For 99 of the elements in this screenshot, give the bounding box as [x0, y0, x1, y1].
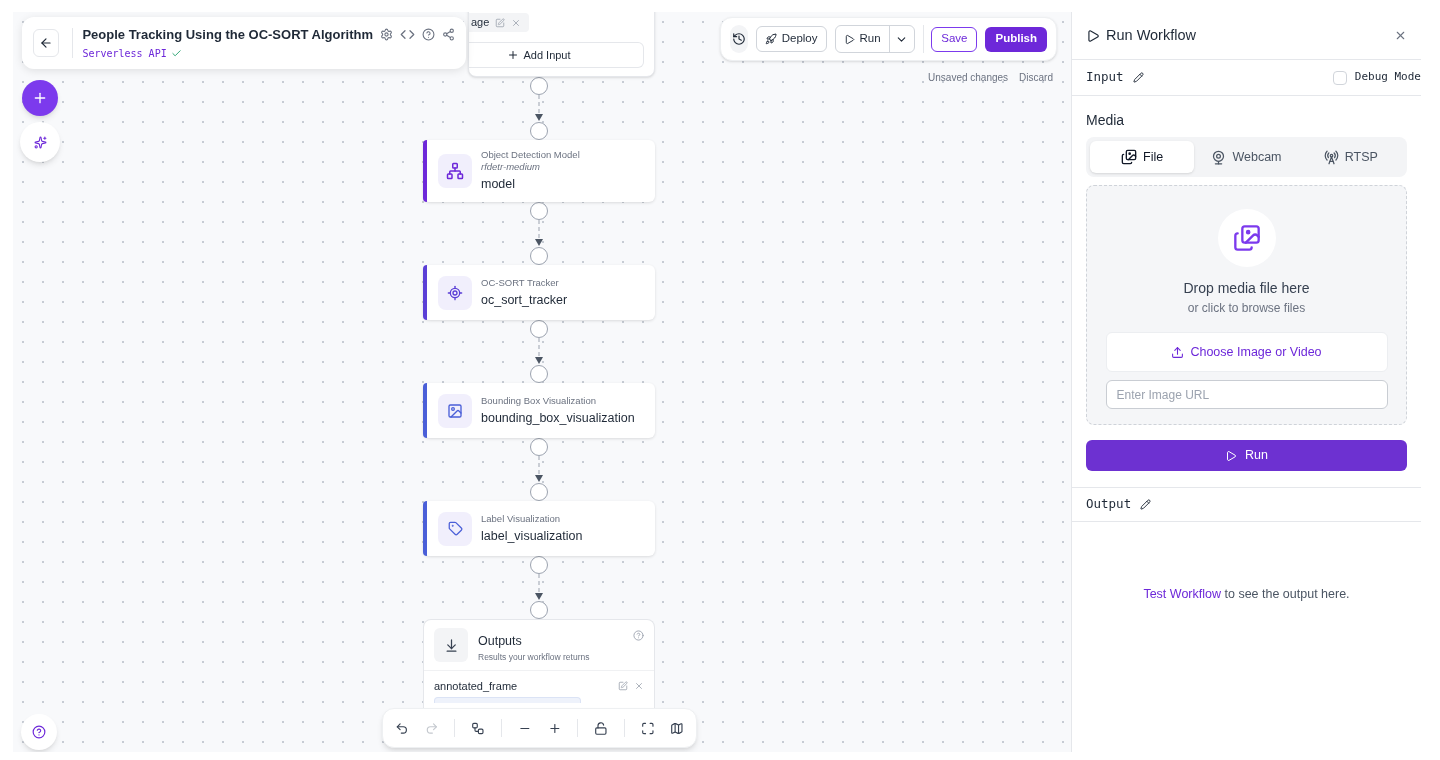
- choose-file-button[interactable]: Choose Image or Video: [1105, 332, 1388, 372]
- webcam-icon: [1211, 149, 1227, 165]
- help-icon: [32, 725, 46, 739]
- connection-handle[interactable]: [530, 556, 548, 574]
- panel-title: Run Workflow: [1106, 25, 1196, 45]
- layout-icon[interactable]: [471, 720, 485, 736]
- node-type: Bounding Box Visualization: [481, 394, 597, 407]
- run-button[interactable]: Run: [1086, 440, 1407, 471]
- connection-handle[interactable]: [530, 365, 548, 383]
- input-node[interactable]: age Add Input: [468, 12, 655, 77]
- plus-icon: [507, 49, 520, 61]
- outputs-node[interactable]: Outputs Results your workflow returns annotated_frame: [423, 619, 655, 709]
- connector-arrow: [534, 574, 544, 601]
- node-type: Object Detection Model: [481, 149, 580, 161]
- media-tab[interactable]: RTSP: [1298, 141, 1403, 173]
- connection-handle[interactable]: [530, 122, 548, 140]
- output-field-name: annotated_frame: [434, 678, 518, 694]
- node-name: oc_sort_tracker: [481, 291, 568, 309]
- node-name: model: [481, 176, 517, 193]
- node-card[interactable]: Object Detection Model rfdetr-medium model: [423, 140, 655, 202]
- sparkles-icon: [33, 135, 47, 149]
- debug-mode-label: Debug Mode: [1354, 69, 1421, 86]
- outputs-title: Outputs: [478, 633, 523, 650]
- code-icon[interactable]: [400, 27, 415, 42]
- node-card[interactable]: OC-SORT Tracker oc_sort_tracker: [423, 265, 655, 320]
- test-workflow-link[interactable]: Test Workflow: [1143, 587, 1221, 601]
- history-icon: [731, 32, 746, 46]
- node-name: label_visualization: [481, 527, 583, 545]
- settings-icon[interactable]: [380, 28, 393, 41]
- connector-arrow: [534, 338, 544, 365]
- connection-handle[interactable]: [530, 202, 548, 220]
- input-section-label: Input: [1086, 68, 1124, 87]
- close-icon[interactable]: [1394, 29, 1407, 42]
- help-button[interactable]: [21, 714, 57, 750]
- add-block-button[interactable]: [22, 80, 58, 116]
- share-icon[interactable]: [442, 28, 455, 41]
- images-icon: [1232, 224, 1261, 252]
- input-name: age: [471, 15, 490, 31]
- upload-icon: [1171, 345, 1185, 359]
- discard-link[interactable]: Discard: [1019, 70, 1053, 85]
- play-icon: [843, 33, 855, 45]
- debug-checkbox[interactable]: [1332, 70, 1347, 85]
- media-label: Media: [1086, 111, 1126, 130]
- map-icon[interactable]: [670, 720, 684, 736]
- plus-icon: [32, 90, 48, 106]
- drop-title: Drop media file here: [1183, 279, 1310, 298]
- crosshair-icon: [447, 284, 463, 301]
- antenna-icon: [1323, 149, 1339, 165]
- node-name: bounding_box_visualization: [481, 409, 635, 427]
- connection-handle[interactable]: [530, 601, 548, 619]
- ai-assist-button[interactable]: [20, 122, 60, 162]
- close-icon[interactable]: [634, 680, 644, 691]
- connection-handle[interactable]: [530, 483, 548, 501]
- output-section-label: Output: [1086, 495, 1132, 514]
- workflow-subtitle: Serverless API: [82, 47, 167, 62]
- unlock-icon[interactable]: [594, 720, 608, 736]
- media-tab[interactable]: File: [1090, 141, 1195, 173]
- undo-icon[interactable]: [395, 720, 409, 736]
- unsaved-status: Unsaved changes: [928, 71, 1009, 85]
- connection-handle[interactable]: [530, 438, 548, 456]
- node-type: OC-SORT Tracker: [481, 276, 560, 289]
- save-button[interactable]: Save: [931, 26, 978, 52]
- connector-arrow: [534, 220, 544, 247]
- node-card[interactable]: Bounding Box Visualization bounding_box_visualization: [423, 383, 655, 438]
- help-icon[interactable]: [633, 630, 644, 641]
- images-icon: [1121, 149, 1138, 165]
- drop-zone[interactable]: Drop media file here or click to browse files Choose Image or Video Enter Image URL: [1086, 185, 1407, 425]
- image-icon: [447, 402, 463, 419]
- url-input[interactable]: Enter Image URL: [1105, 380, 1388, 409]
- pencil-icon[interactable]: [1140, 499, 1152, 510]
- play-icon: [1225, 449, 1238, 462]
- fit-view-icon[interactable]: [640, 720, 655, 736]
- rocket-icon: [764, 33, 777, 45]
- publish-button[interactable]: Publish: [985, 26, 1047, 52]
- connection-handle[interactable]: [530, 77, 548, 95]
- add-input-button[interactable]: Add Input: [469, 42, 644, 68]
- network-icon: [446, 162, 464, 180]
- output-empty-message: Test Workflow to see the output here.: [1143, 586, 1350, 603]
- tag-icon: [447, 521, 463, 536]
- outputs-subtitle: Results your workflow returns: [478, 650, 590, 664]
- workflow-title: People Tracking Using the OC-SORT Algorithm: [82, 25, 373, 44]
- connector-arrow: [534, 95, 544, 122]
- pencil-icon[interactable]: [1132, 72, 1144, 83]
- node-type: Label Visualization: [481, 512, 562, 525]
- node-model: rfdetr-medium: [481, 161, 541, 173]
- connection-handle[interactable]: [530, 320, 548, 338]
- node-card[interactable]: Label Visualization label_visualization: [423, 501, 655, 556]
- edit-icon[interactable]: [618, 680, 628, 691]
- connector-arrow: [534, 456, 544, 483]
- help-icon[interactable]: [422, 28, 435, 41]
- connection-handle[interactable]: [530, 247, 548, 265]
- drop-hint: or click to browse files: [1187, 300, 1306, 317]
- history-button[interactable]: [730, 25, 748, 53]
- back-button[interactable]: [33, 29, 60, 57]
- deploy-button[interactable]: Deploy: [755, 26, 827, 52]
- close-icon[interactable]: [511, 17, 522, 28]
- media-tab[interactable]: Webcam: [1194, 141, 1299, 173]
- input-chip[interactable]: age: [469, 13, 530, 32]
- play-icon: [1086, 28, 1100, 43]
